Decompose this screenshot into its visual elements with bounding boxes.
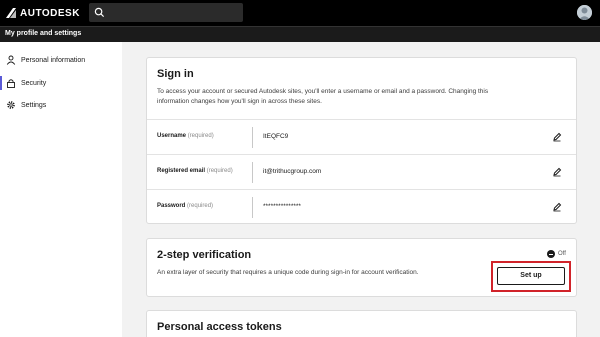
edit-email-icon[interactable] [552,167,562,177]
email-value: it@trithucgroup.com [263,168,322,175]
row-divider [252,197,253,218]
status-off-icon [547,250,555,258]
page-title: My profile and settings [5,30,82,37]
two-step-description: An extra layer of security that requires… [157,269,419,276]
sidebar-item-settings[interactable]: Settings [0,98,122,112]
row-divider [252,127,253,148]
required-tag: (required) [206,168,233,174]
status-label: Off [558,251,566,257]
search-icon [94,7,105,18]
avatar[interactable] [577,5,592,20]
setup-button[interactable]: Set up [497,267,565,285]
username-value: ItEQFC9 [263,133,289,140]
signin-title: Sign in [157,68,194,80]
signin-description-line1: To access your account or secured Autode… [157,88,489,95]
username-label-text: Username [157,133,187,139]
required-tag: (required) [187,203,214,209]
username-row: Username (required) ItEQFC9 [147,119,576,154]
username-label: Username (required) [157,133,214,139]
profile-subheader: My profile and settings [0,26,600,42]
avatar-icon [577,5,592,20]
password-value: *************** [263,203,301,210]
sidebar-item-label: Settings [21,101,47,109]
signin-card: Sign in To access your account or secure… [146,57,577,224]
two-step-title: 2-step verification [157,249,252,261]
email-label-text: Registered email [157,168,206,174]
email-label: Registered email (required) [157,168,233,174]
two-step-status: Off [547,250,566,258]
password-row: Password (required) *************** [147,189,576,224]
person-icon [6,55,16,65]
autodesk-logo[interactable]: AUTODESK [5,7,80,19]
autodesk-logo-text: AUTODESK [20,7,80,19]
search-input[interactable] [89,3,243,22]
row-divider [252,162,253,183]
sidebar-item-label: Security [21,79,47,87]
sidebar-item-security[interactable]: Security [0,76,122,90]
sidebar-item-label: Personal information [21,56,86,64]
sidebar-item-personal-information[interactable]: Personal information [0,53,122,67]
top-bar: AUTODESK [0,0,600,26]
signin-description-line2: information changes how you'll sign in a… [157,98,322,105]
tokens-card: Personal access tokens [146,310,577,337]
edit-username-icon[interactable] [552,132,562,142]
autodesk-logo-icon [6,8,16,18]
required-tag: (required) [187,133,214,139]
gear-icon [7,101,15,109]
sidebar: Personal information Security Settings [0,42,122,337]
password-label: Password (required) [157,203,213,209]
password-label-text: Password [157,203,186,209]
tokens-title: Personal access tokens [157,321,282,333]
email-row: Registered email (required) it@trithucgr… [147,154,576,189]
lock-icon [7,79,15,88]
edit-password-icon[interactable] [552,202,562,212]
